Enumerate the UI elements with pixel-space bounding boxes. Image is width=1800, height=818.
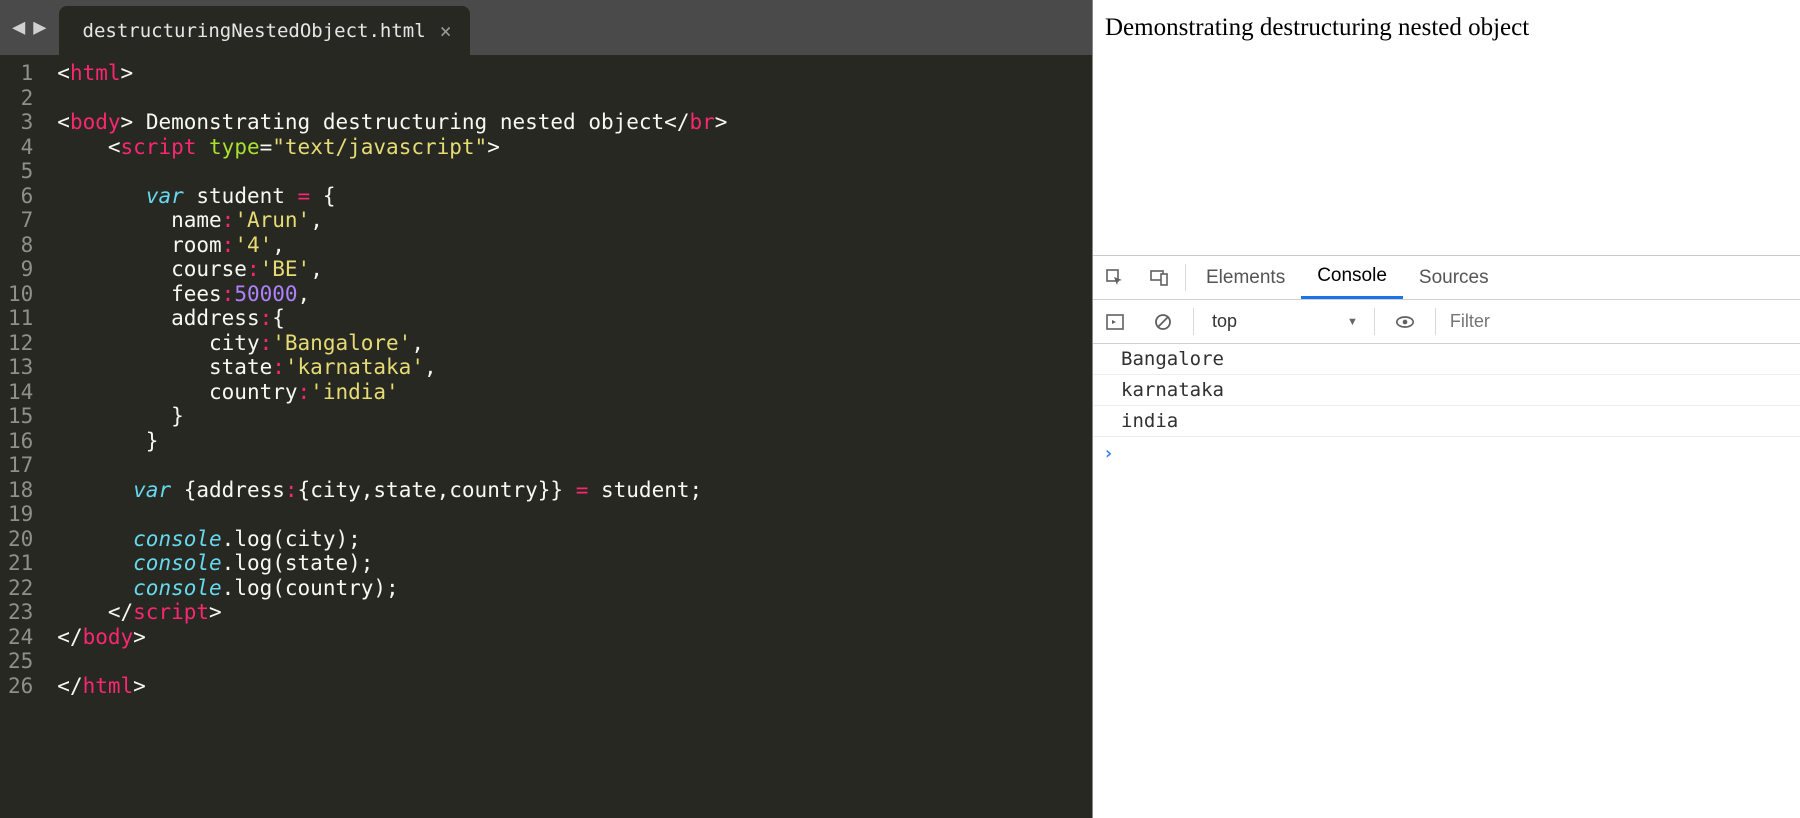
code-line [57,649,1092,674]
nav-forward-icon[interactable]: ▶ [33,15,46,40]
line-number: 5 [8,159,33,184]
code-line: fees:50000, [57,282,1092,307]
code-line: } [57,429,1092,454]
code-line: course:'BE', [57,257,1092,282]
code-line: state:'karnataka', [57,355,1092,380]
devtools-panel: Elements Console Sources top Bangaloreka… [1093,255,1800,818]
editor-tabbar: ◀ ▶ destructuringNestedObject.html × [0,0,1092,55]
rendered-page: Demonstrating destructuring nested objec… [1093,0,1800,255]
line-number: 23 [8,600,33,625]
editor-pane: ◀ ▶ destructuringNestedObject.html × 123… [0,0,1092,818]
code-line: console.log(country); [57,576,1092,601]
editor-tab-active[interactable]: destructuringNestedObject.html × [59,6,470,55]
console-toolbar: top [1093,300,1800,344]
console-line: india [1093,406,1800,437]
console-line: Bangalore [1093,344,1800,375]
tab-close-icon[interactable]: × [440,19,452,43]
line-number: 22 [8,576,33,601]
editor-body: 1234567891011121314151617181920212223242… [0,55,1092,818]
inspect-icon[interactable] [1093,268,1137,288]
line-number: 14 [8,380,33,405]
line-number: 17 [8,453,33,478]
console-prompt[interactable]: › [1093,437,1800,470]
code-line: var {address:{city,state,country}} = stu… [57,478,1092,503]
line-number: 9 [8,257,33,282]
line-number: 24 [8,625,33,650]
line-number: 3 [8,110,33,135]
console-output[interactable]: Bangalorekarnatakaindia› [1093,344,1800,818]
line-number: 25 [8,649,33,674]
line-number: 12 [8,331,33,356]
line-number: 6 [8,184,33,209]
code-line: } [57,404,1092,429]
line-number: 15 [8,404,33,429]
code-line [57,86,1092,111]
line-number: 20 [8,527,33,552]
code-line: var student = { [57,184,1092,209]
line-number: 18 [8,478,33,503]
nav-back-icon[interactable]: ◀ [12,15,25,40]
code-line: <body> Demonstrating destructuring neste… [57,110,1092,135]
console-filter-input[interactable] [1444,311,1794,332]
divider [1193,308,1194,335]
line-number: 13 [8,355,33,380]
console-line: karnataka [1093,375,1800,406]
code-line: <html> [57,61,1092,86]
code-line: </body> [57,625,1092,650]
code-line: address:{ [57,306,1092,331]
line-number: 2 [8,86,33,111]
line-number: 21 [8,551,33,576]
context-selector[interactable]: top [1202,307,1366,337]
line-number: 7 [8,208,33,233]
divider [1374,308,1375,335]
clear-console-icon[interactable] [1141,312,1185,332]
browser-pane: Demonstrating destructuring nested objec… [1092,0,1800,818]
tab-nav-arrows: ◀ ▶ [0,0,59,55]
context-selector-value: top [1212,311,1237,332]
code-line [57,159,1092,184]
code-area[interactable]: <html> <body> Demonstrating destructurin… [47,55,1092,818]
tab-sources[interactable]: Sources [1403,256,1505,299]
code-line: city:'Bangalore', [57,331,1092,356]
tab-filename: destructuringNestedObject.html [83,20,426,42]
tab-console[interactable]: Console [1301,256,1403,299]
live-expression-icon[interactable] [1383,312,1427,332]
code-line: name:'Arun', [57,208,1092,233]
code-line: </html> [57,674,1092,699]
line-number: 4 [8,135,33,160]
devtools-tabbar: Elements Console Sources [1093,256,1800,300]
device-toggle-icon[interactable] [1137,268,1181,288]
line-number-gutter: 1234567891011121314151617181920212223242… [0,55,47,818]
code-line [57,502,1092,527]
page-heading: Demonstrating destructuring nested objec… [1105,14,1788,42]
code-line [57,453,1092,478]
divider [1435,308,1436,335]
line-number: 16 [8,429,33,454]
line-number: 11 [8,306,33,331]
divider [1185,264,1186,291]
tab-elements[interactable]: Elements [1190,256,1301,299]
code-line: country:'india' [57,380,1092,405]
code-line: </script> [57,600,1092,625]
line-number: 10 [8,282,33,307]
code-line: <script type="text/javascript"> [57,135,1092,160]
console-sidebar-toggle-icon[interactable] [1093,312,1137,332]
code-line: console.log(city); [57,527,1092,552]
code-line: console.log(state); [57,551,1092,576]
line-number: 8 [8,233,33,258]
code-line: room:'4', [57,233,1092,258]
line-number: 26 [8,674,33,699]
line-number: 19 [8,502,33,527]
line-number: 1 [8,61,33,86]
